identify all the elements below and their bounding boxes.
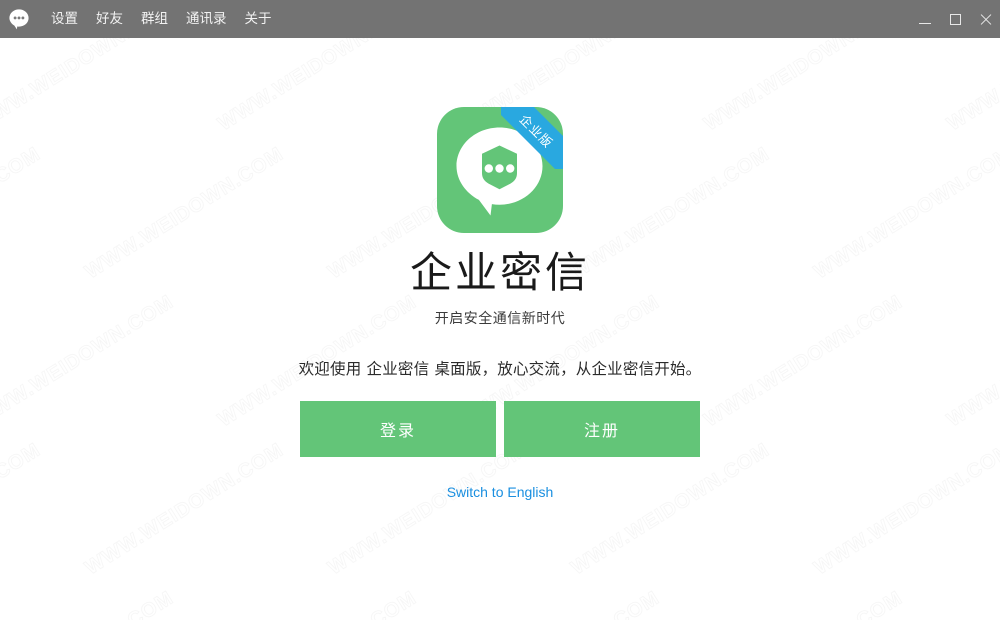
minimize-button[interactable] xyxy=(910,0,940,38)
app-icon xyxy=(0,0,38,38)
logo-shield-chat-icon xyxy=(454,125,545,216)
close-icon xyxy=(979,13,992,26)
application-window: WWW.WEIDOWN.COM WWW.WEIDOWN.COM WWW.WEIDOW… xyxy=(0,0,1000,620)
action-buttons: 登录 注册 xyxy=(300,401,700,458)
menu-item-about[interactable]: 关于 xyxy=(236,0,281,38)
page-slogan: 开启安全通信新时代 xyxy=(434,311,566,328)
maximize-icon xyxy=(949,13,961,25)
page-title: 企业密信 xyxy=(409,248,590,297)
menu-bar: 设置 好友 群组 通讯录 关于 xyxy=(42,0,281,38)
logo-background: 企业版 xyxy=(437,107,563,233)
menu-item-friends[interactable]: 好友 xyxy=(87,0,132,38)
window-controls xyxy=(910,0,1000,38)
menu-item-settings[interactable]: 设置 xyxy=(42,0,87,38)
app-logo: 企业版 xyxy=(437,107,563,233)
login-button[interactable]: 登录 xyxy=(300,401,496,458)
main-content: 企业版 企业密信 开启安全通信新时代 欢迎使用 企业密信 桌面版，放心交流，从企… xyxy=(0,38,1000,620)
title-bar: 设置 好友 群组 通讯录 关于 xyxy=(0,0,1000,38)
menu-item-groups[interactable]: 群组 xyxy=(132,0,177,38)
register-button[interactable]: 注册 xyxy=(504,401,700,458)
welcome-message: 欢迎使用 企业密信 桌面版，放心交流，从企业密信开始。 xyxy=(298,360,702,379)
close-button[interactable] xyxy=(970,0,1000,38)
menu-item-contacts[interactable]: 通讯录 xyxy=(177,0,236,38)
maximize-button[interactable] xyxy=(940,0,970,38)
minimize-icon xyxy=(919,22,931,24)
switch-language-link[interactable]: Switch to English xyxy=(447,484,554,500)
